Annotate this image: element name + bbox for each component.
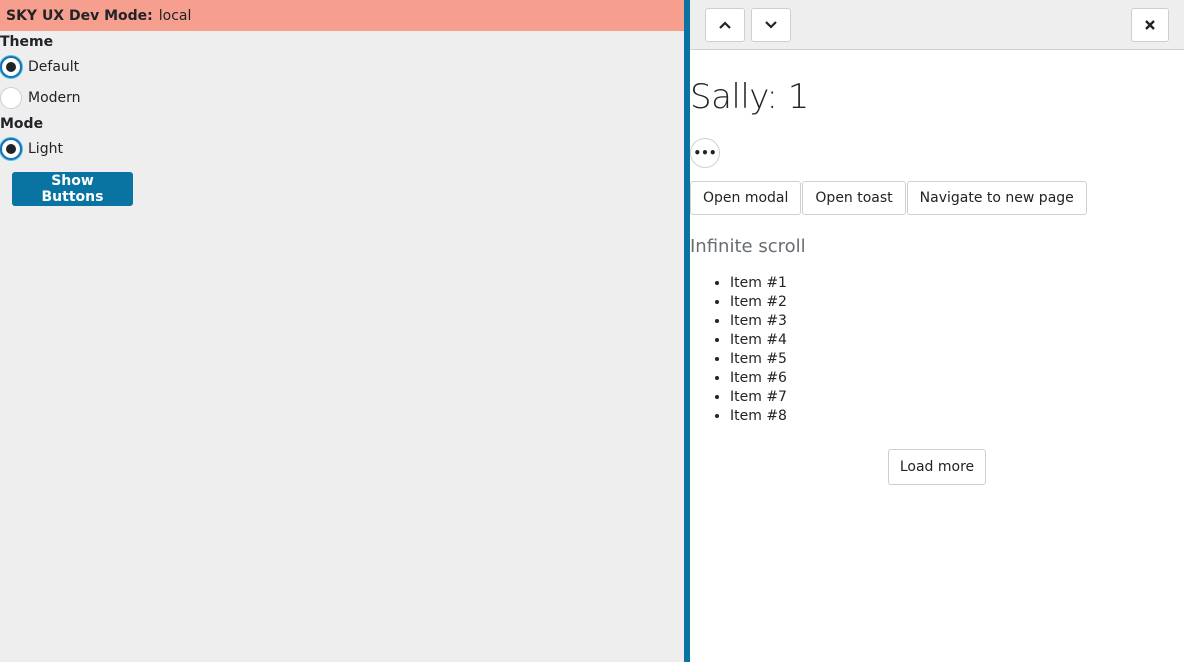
navigate-new-page-button[interactable]: Navigate to new page xyxy=(906,181,1087,215)
action-buttons: Open modal Open toast Navigate to new pa… xyxy=(690,181,1184,215)
dev-mode-bar: SKY UX Dev Mode: local xyxy=(0,0,684,31)
chevron-down-icon xyxy=(765,21,777,29)
chevron-up-icon xyxy=(719,21,731,29)
flyout-title: Sally: 1 xyxy=(690,77,809,117)
next-button[interactable] xyxy=(751,8,791,42)
context-menu-button[interactable]: ••• xyxy=(690,138,720,168)
radio-label-modern: Modern xyxy=(28,89,81,106)
flyout-header xyxy=(690,0,1184,50)
infinite-scroll-heading: Infinite scroll xyxy=(690,236,806,257)
radio-label-default: Default xyxy=(28,58,80,75)
theme-option-modern[interactable]: Modern xyxy=(0,82,684,113)
dev-mode-label: SKY UX Dev Mode: xyxy=(6,7,153,24)
close-button[interactable] xyxy=(1131,8,1169,42)
theme-label: Theme xyxy=(0,34,54,50)
list-item: Item #2 xyxy=(730,293,1184,312)
mode-label: Mode xyxy=(0,116,44,132)
open-toast-button[interactable]: Open toast xyxy=(802,181,906,215)
list-item: Item #8 xyxy=(730,407,1184,426)
dev-panel: SKY UX Dev Mode: local Theme Default Mod… xyxy=(0,0,684,662)
list-item: Item #6 xyxy=(730,369,1184,388)
radio-light[interactable] xyxy=(0,137,22,160)
load-more-button[interactable]: Load more xyxy=(888,449,986,485)
radio-label-light: Light xyxy=(28,140,63,157)
list-item: Item #3 xyxy=(730,312,1184,331)
radio-modern[interactable] xyxy=(0,86,22,109)
flyout-panel: Sally: 1 ••• Open modal Open toast Navig… xyxy=(690,0,1184,662)
dev-mode-value: local xyxy=(158,7,192,24)
show-buttons-button[interactable]: Show Buttons xyxy=(12,172,133,206)
close-icon xyxy=(1145,20,1155,30)
mode-option-light[interactable]: Light xyxy=(0,133,684,164)
list-item: Item #5 xyxy=(730,350,1184,369)
open-modal-button[interactable]: Open modal xyxy=(690,181,802,215)
radio-default[interactable] xyxy=(0,55,22,78)
list-item: Item #1 xyxy=(730,274,1184,293)
previous-button[interactable] xyxy=(705,8,745,42)
theme-option-default[interactable]: Default xyxy=(0,51,684,82)
list-item: Item #7 xyxy=(730,388,1184,407)
list-item: Item #4 xyxy=(730,331,1184,350)
item-list: Item #1 Item #2 Item #3 Item #4 Item #5 … xyxy=(690,274,1184,426)
